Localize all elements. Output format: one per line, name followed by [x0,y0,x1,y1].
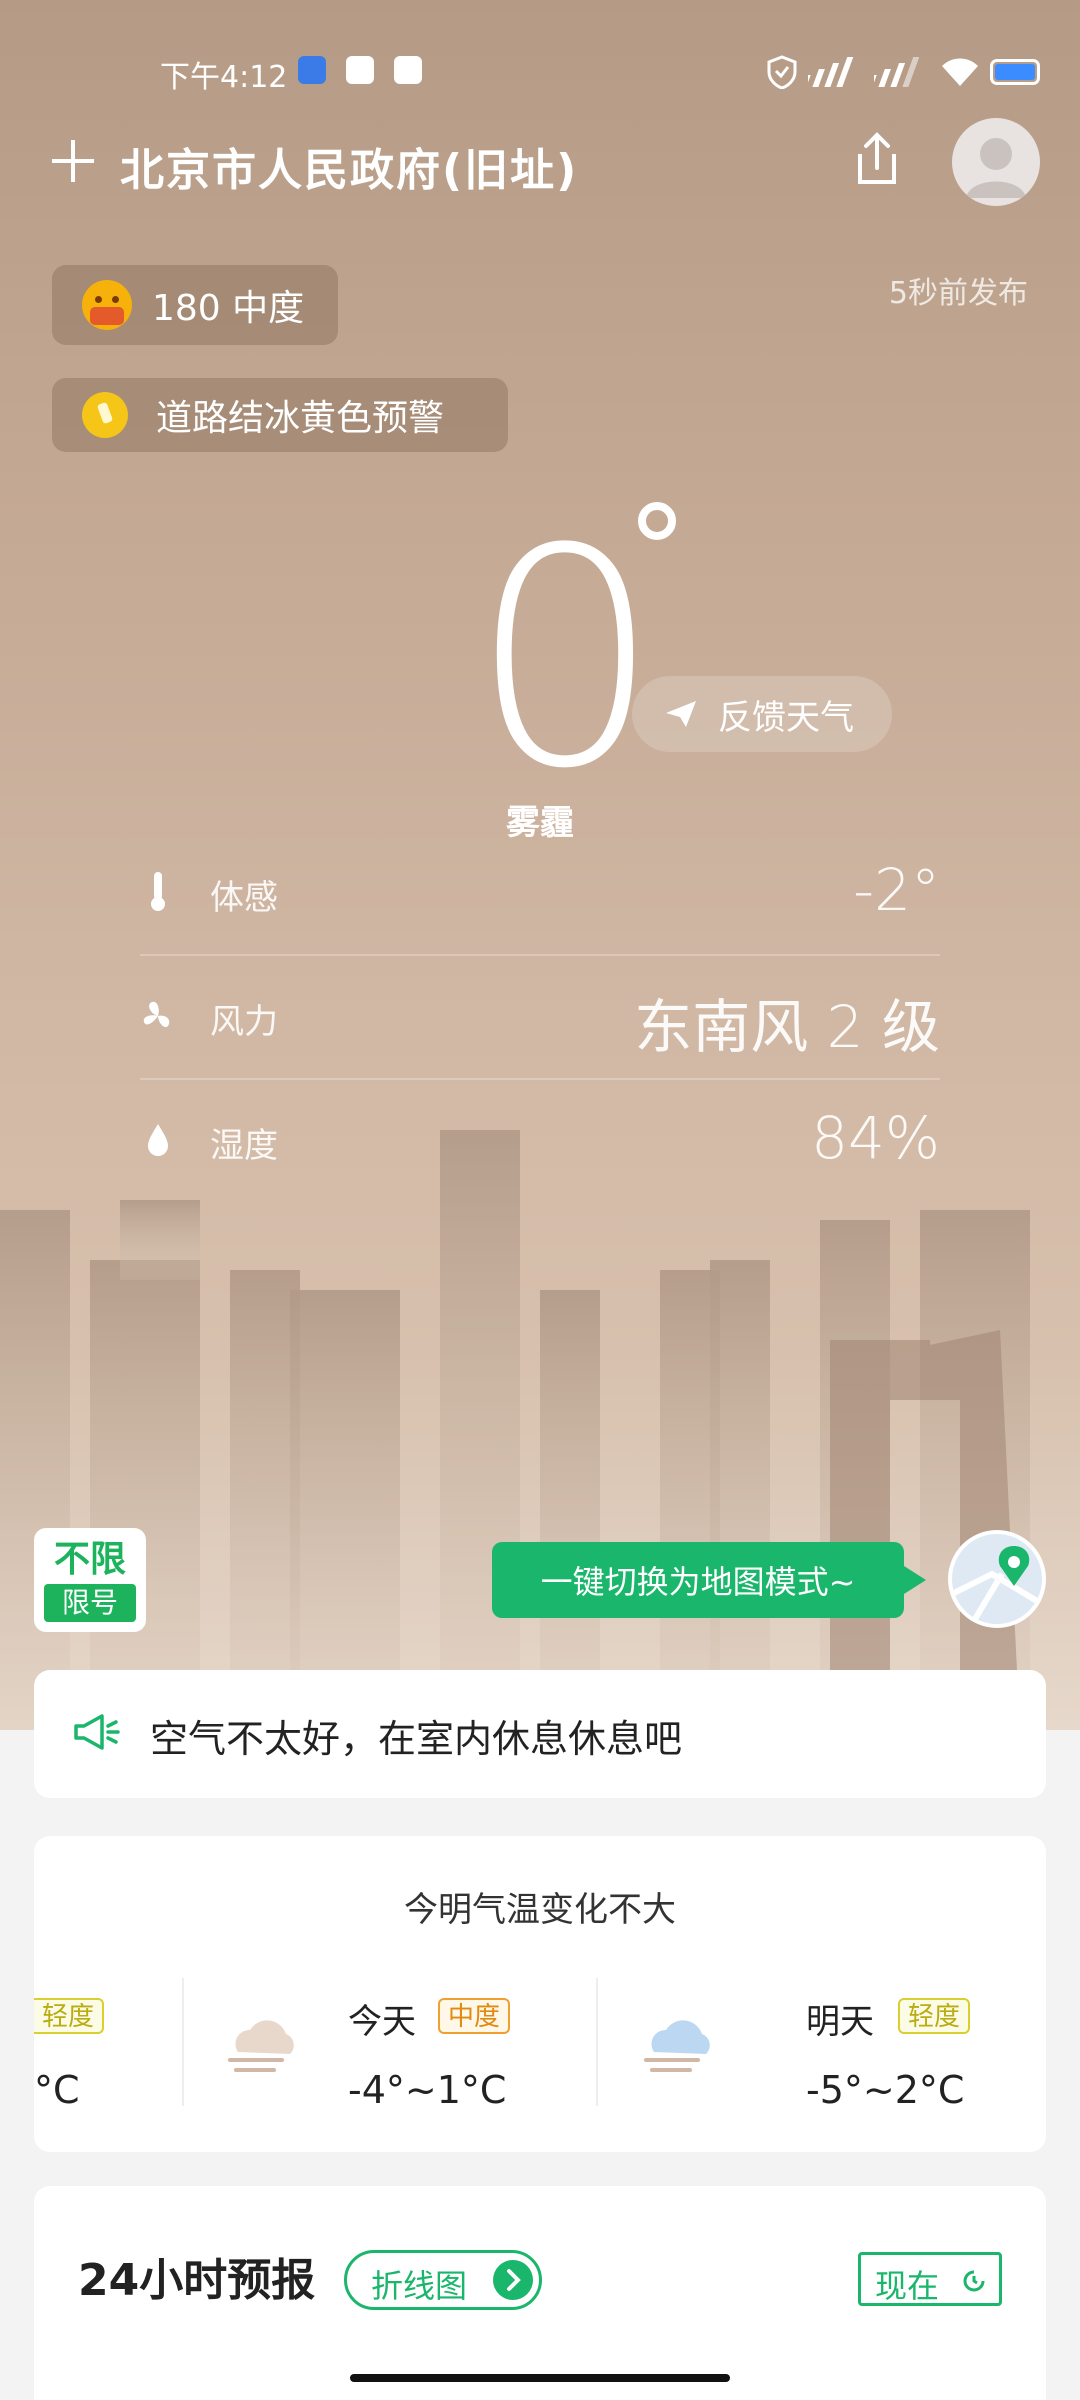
avatar-icon[interactable] [952,118,1040,206]
air-quality-badge[interactable]: 180 中度 [52,265,338,345]
refresh-clock-icon [963,2270,985,2292]
detail-feels-like: 体感 -2° [140,830,940,954]
haze-cloud-icon [228,2020,294,2072]
hourly-forecast-card: 24小时预报 折线图 现在 [34,2186,1046,2400]
signal-icon [874,57,920,87]
add-city-icon[interactable] [50,138,96,184]
air-tip-card[interactable]: 空气不太好，在室内休息休息吧 [34,1670,1046,1798]
signal-icon [808,57,854,87]
limit-status: 不限 [53,1539,126,1580]
traffic-limit-badge[interactable]: 不限 限号 [34,1528,146,1632]
forecast-yesterday[interactable]: 轻度 °C [34,1976,174,2116]
chart-toggle-label: 折线图 [371,2267,468,2305]
vpn-shield-icon [767,55,797,89]
location-title[interactable]: 北京市人民政府(旧址) [120,134,578,198]
limit-label: 限号 [44,1584,136,1622]
map-mode-button[interactable]: 一键切换为地图模式~ [492,1542,926,1618]
forecast-tomorrow[interactable]: 明天 轻度 -5°~2°C [640,1976,1040,2116]
feedback-label: 反馈天气 [718,697,854,738]
hourly-title: 24小时预报 [78,2255,316,2306]
status-bar: 下午4:12 [0,52,1080,96]
air-quality-tag: 中度 [438,1998,511,2034]
top-bar: 北京市人民政府(旧址) [0,118,1080,206]
degree-symbol [638,502,676,540]
battery-icon [990,59,1040,85]
share-icon[interactable] [850,130,904,190]
warning-text: 道路结冰黄色预警 [156,398,445,439]
home-indicator[interactable] [350,2374,730,2382]
feedback-weather-button[interactable]: 反馈天气 [632,676,892,752]
send-icon [666,701,696,727]
droplet-icon [148,1124,168,1156]
detail-wind: 风力 东南风 2 级 [140,954,940,1078]
day-name: 明天 [806,2002,874,2042]
air-tip-text: 空气不太好，在室内休息休息吧 [150,1717,683,1761]
publish-time: 5秒前发布 [888,276,1028,311]
daily-forecast-card[interactable]: 今明气温变化不大 轻度 °C 今天 中度 -4°~1°C 明天 轻度 -5°~2… [34,1836,1046,2152]
weather-warning-badge[interactable]: 道路结冰黄色预警 [52,378,508,452]
current-temperature: 0 [470,485,661,834]
now-button[interactable]: 现在 [858,2252,1002,2306]
cloud-haze-icon [644,2020,710,2072]
temp-range: -4°~1°C [348,2068,507,2112]
detail-label: 湿度 [210,1126,278,1166]
forecast-today[interactable]: 今天 中度 -4°~1°C [224,1976,614,2116]
divider [596,1978,598,2106]
megaphone-icon [74,1714,120,1750]
thermometer-icon [151,872,165,911]
detail-value: -2° [853,856,940,924]
detail-label: 体感 [210,878,278,918]
temp-range: -5°~2°C [806,2068,965,2112]
air-quality-value: 180 中度 [152,288,305,329]
wifi-icon [942,58,978,86]
ice-warning-icon [82,392,128,438]
weather-hero: 下午4:12 北京市人民政府(旧址) 180 中度 5秒前发布 道路结冰黄色预警… [0,0,1080,1730]
temp-range: °C [34,2068,80,2112]
app-notification-icon [346,56,374,84]
air-quality-tag: 轻度 [34,1998,105,2034]
now-label: 现在 [875,2267,940,2305]
detail-value: 84% [811,1104,940,1172]
detail-value: 东南风 2 级 [634,993,940,1061]
day-name: 今天 [348,2002,416,2042]
air-quality-tag: 轻度 [898,1998,971,2034]
forecast-summary: 今明气温变化不大 [404,1890,676,1930]
line-chart-toggle[interactable]: 折线图 [344,2250,542,2310]
divider [182,1978,184,2106]
detail-label: 风力 [210,1002,278,1042]
status-time: 下午4:12 [160,60,288,95]
map-pin-icon[interactable] [948,1530,1046,1628]
clipboard-icon [394,56,422,84]
mask-face-icon [82,280,132,330]
fan-icon [143,1001,170,1028]
app-notification-icon [298,56,326,84]
detail-humidity: 湿度 84% [140,1078,940,1202]
chevron-right-icon [493,2260,533,2300]
